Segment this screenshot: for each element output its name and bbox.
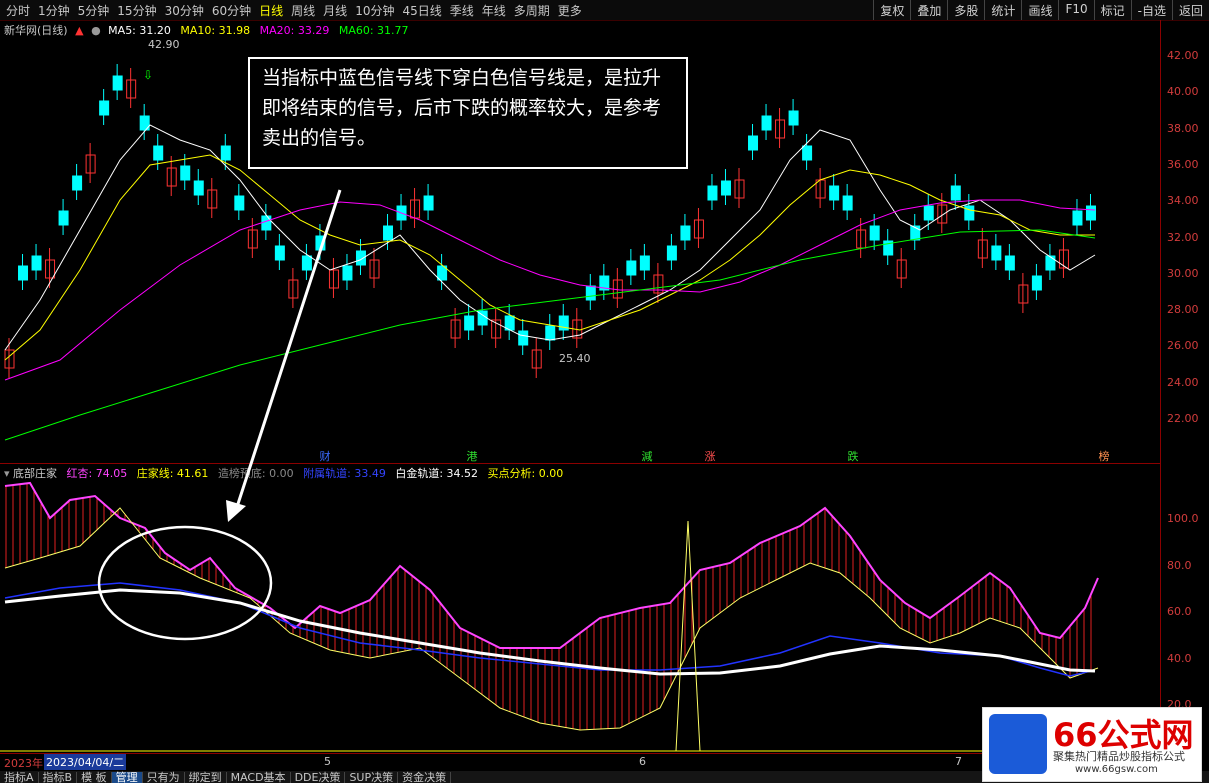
indicator-tab[interactable]: 指标B — [39, 772, 78, 783]
indicator-tab[interactable]: 只有为 — [143, 772, 185, 783]
year-label: 2023年 — [4, 757, 43, 770]
indicator-tab[interactable]: 模 板 — [77, 772, 112, 783]
indicator-tab[interactable]: 管理 — [111, 772, 143, 783]
logo-url: www.66gsw.com — [1075, 764, 1158, 775]
current-date: 2023/04/04/二 — [44, 754, 127, 770]
indicator-tab[interactable]: 资金决策 — [398, 772, 452, 783]
logo-subtitle: 聚集热门精品炒股指标公式 — [1053, 750, 1185, 763]
month-5: 5 — [324, 755, 331, 768]
annotation-overlay — [97, 189, 342, 641]
month-6: 6 — [639, 755, 646, 768]
indicator-tab[interactable]: DDE决策 — [291, 772, 346, 783]
logo-mark-icon — [989, 714, 1047, 774]
site-logo: 66公式网 聚集热门精品炒股指标公式 www.66gsw.com — [982, 707, 1202, 782]
indicator-tab[interactable]: 绑定到 — [185, 772, 227, 783]
indicator-tab[interactable]: MACD基本 — [227, 772, 291, 783]
indicator-tab[interactable]: SUP决策 — [345, 772, 399, 783]
indicator-tab[interactable]: 指标A — [0, 772, 39, 783]
month-7: 7 — [955, 755, 962, 768]
